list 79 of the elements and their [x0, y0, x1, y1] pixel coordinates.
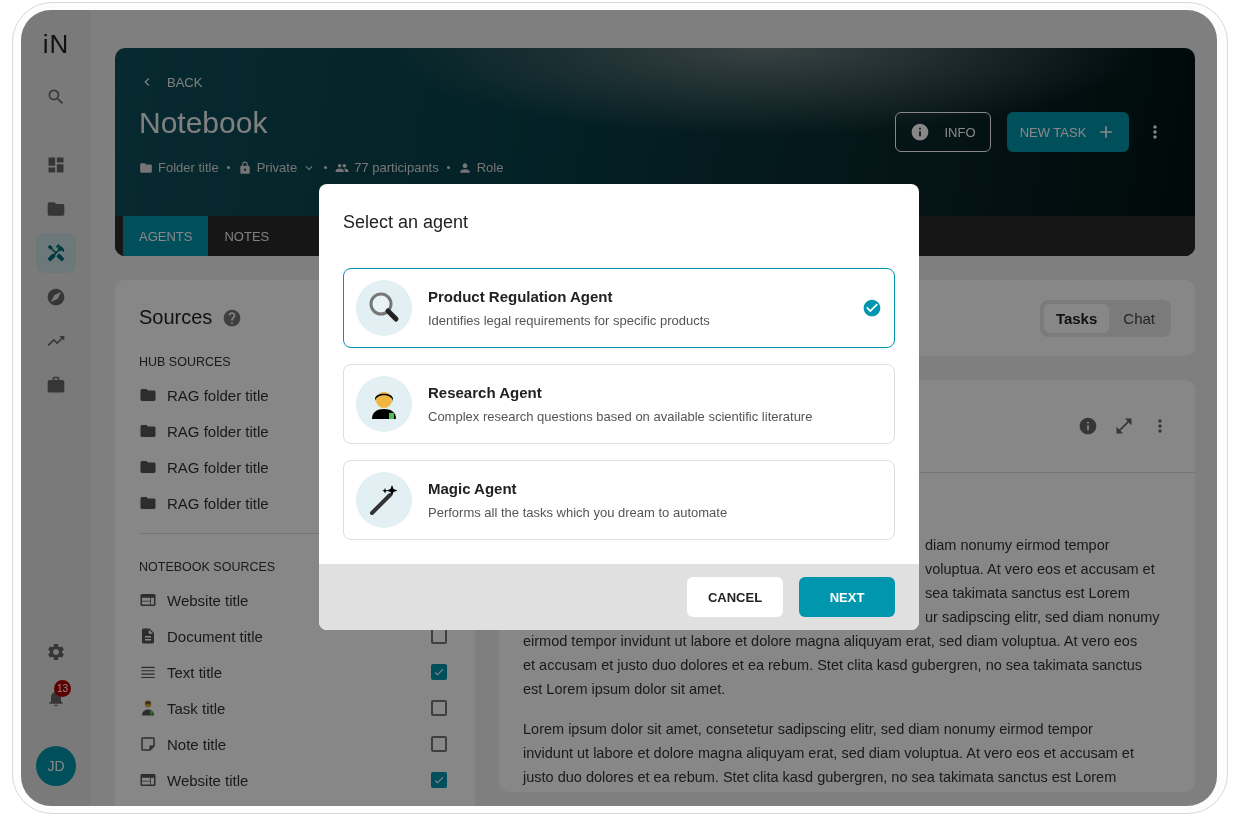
- checkbox[interactable]: [431, 736, 447, 752]
- website-icon: [139, 771, 157, 789]
- dot-separator: [324, 166, 328, 169]
- folder-icon: [139, 422, 157, 440]
- folder-icon: [139, 160, 153, 175]
- folder-icon: [139, 494, 157, 512]
- dot-separator: [226, 166, 230, 169]
- meta-item: Folder title: [139, 160, 219, 175]
- checkbox[interactable]: [431, 700, 447, 716]
- section-heading: NOTEBOOK SOURCES: [139, 560, 277, 574]
- text-line: ur sadipscing elitr, sed diam nonumy: [925, 608, 1160, 627]
- text-line: et accusam et justo duo dolores et ea rebum. Stet clita kasd gubergren, no sea takimata sanctus: [523, 656, 1142, 675]
- section-heading: HUB SOURCES: [139, 355, 232, 369]
- page-title: Notebook: [139, 106, 269, 140]
- source-item[interactable]: Task title: [139, 690, 226, 726]
- wand-icon: [356, 472, 412, 528]
- visibility-dropdown[interactable]: Private: [237, 160, 317, 175]
- next-button[interactable]: NEXT: [799, 577, 895, 617]
- scientist-figure-icon: [356, 376, 412, 432]
- settings-icon: [46, 642, 66, 662]
- folder-icon: [139, 458, 157, 476]
- agent-description: Identifies legal requirements for specific products: [428, 313, 711, 328]
- source-item[interactable]: Document title: [139, 618, 263, 654]
- folder-icon: [139, 386, 157, 404]
- briefcase-icon: [46, 375, 66, 395]
- figure-icon: [139, 699, 157, 717]
- agent-description: Complex research questions based on available scientific literature: [428, 409, 814, 424]
- text-line: justo duo dolores et ea rebum. Stet clita kasd gubergren, no sea takimata sanctus est Lorem: [523, 768, 1117, 787]
- view-option[interactable]: Tasks: [1043, 303, 1110, 333]
- dot-separator: [446, 166, 450, 169]
- search-icon: [46, 87, 66, 107]
- website-icon: [139, 591, 157, 609]
- expand-icon[interactable]: [1114, 416, 1134, 436]
- compass-icon: [46, 287, 66, 307]
- notifications-button[interactable]: 13: [36, 678, 76, 718]
- magnifier-icon: [356, 280, 412, 336]
- user-avatar[interactable]: JD: [36, 746, 76, 786]
- dialog-title: Select an agent: [343, 211, 470, 234]
- info-icon[interactable]: [1078, 416, 1098, 436]
- document-icon: [139, 627, 157, 645]
- info-button[interactable]: INFO: [895, 112, 991, 152]
- agent-option[interactable]: Research Agent Complex research questions based on available scientific literature: [343, 364, 895, 444]
- source-item[interactable]: Note title: [139, 726, 227, 762]
- text-line: eirmod tempor invidunt ut labore et dolore magna aliquyam erat, sed diam voluptua. At vero eos: [523, 632, 1138, 651]
- text-line: diam nonumy eirmod tempor: [925, 536, 1110, 555]
- text-line: sea takimata sanctus est Lorem: [925, 584, 1130, 603]
- info-icon: [910, 122, 931, 142]
- agent-option[interactable]: Magic Agent Performs all the tasks which you dream to automate: [343, 460, 895, 540]
- agent-description: Performs all the tasks which you dream to automate: [428, 505, 729, 520]
- checkbox[interactable]: [431, 772, 447, 788]
- agent-option[interactable]: Product Regulation Agent Identifies legal requirements for specific products: [343, 268, 895, 348]
- source-item[interactable]: Website title: [139, 582, 249, 618]
- logo[interactable]: iN: [42, 28, 70, 64]
- new-task-button[interactable]: NEW TASK: [1007, 112, 1129, 152]
- note-icon: [139, 735, 157, 753]
- lock-icon: [237, 160, 252, 175]
- text-line: voluptua. At vero eos et accusam et: [925, 560, 1155, 579]
- text-line: est Lorem ipsum dolor sit amet.: [523, 680, 726, 699]
- checkbox[interactable]: [431, 664, 447, 680]
- meta-item: 77 participants: [335, 160, 439, 175]
- dashboard-icon: [46, 155, 66, 175]
- text-line: Lorem ipsum dolor sit amet, consetetur sadipscing elitr, sed diam nonumy eirmod tempor: [523, 720, 1093, 739]
- source-item[interactable]: Text title: [139, 654, 223, 690]
- text-line: invidunt ut labore et dolore magna aliquyam erat, sed diam voluptua. At vero eos et accusam et: [523, 744, 1134, 763]
- panel-title: Sources: [139, 306, 213, 329]
- back-link[interactable]: BACK: [139, 74, 504, 90]
- tools-icon: [46, 243, 66, 263]
- notification-count: 13: [54, 680, 71, 697]
- agent-name: Research Agent: [428, 384, 543, 401]
- tab[interactable]: AGENTS: [123, 216, 209, 256]
- view-option[interactable]: Chat: [1111, 303, 1167, 333]
- folder-icon: [46, 199, 66, 219]
- source-item[interactable]: Website title: [139, 762, 249, 798]
- cancel-button[interactable]: CANCEL: [687, 577, 783, 617]
- help-icon[interactable]: [222, 307, 243, 328]
- meta-item: Role: [457, 160, 504, 175]
- tab[interactable]: NOTES: [208, 216, 286, 256]
- agent-name: Product Regulation Agent: [428, 288, 614, 305]
- nav-item[interactable]: [36, 233, 76, 273]
